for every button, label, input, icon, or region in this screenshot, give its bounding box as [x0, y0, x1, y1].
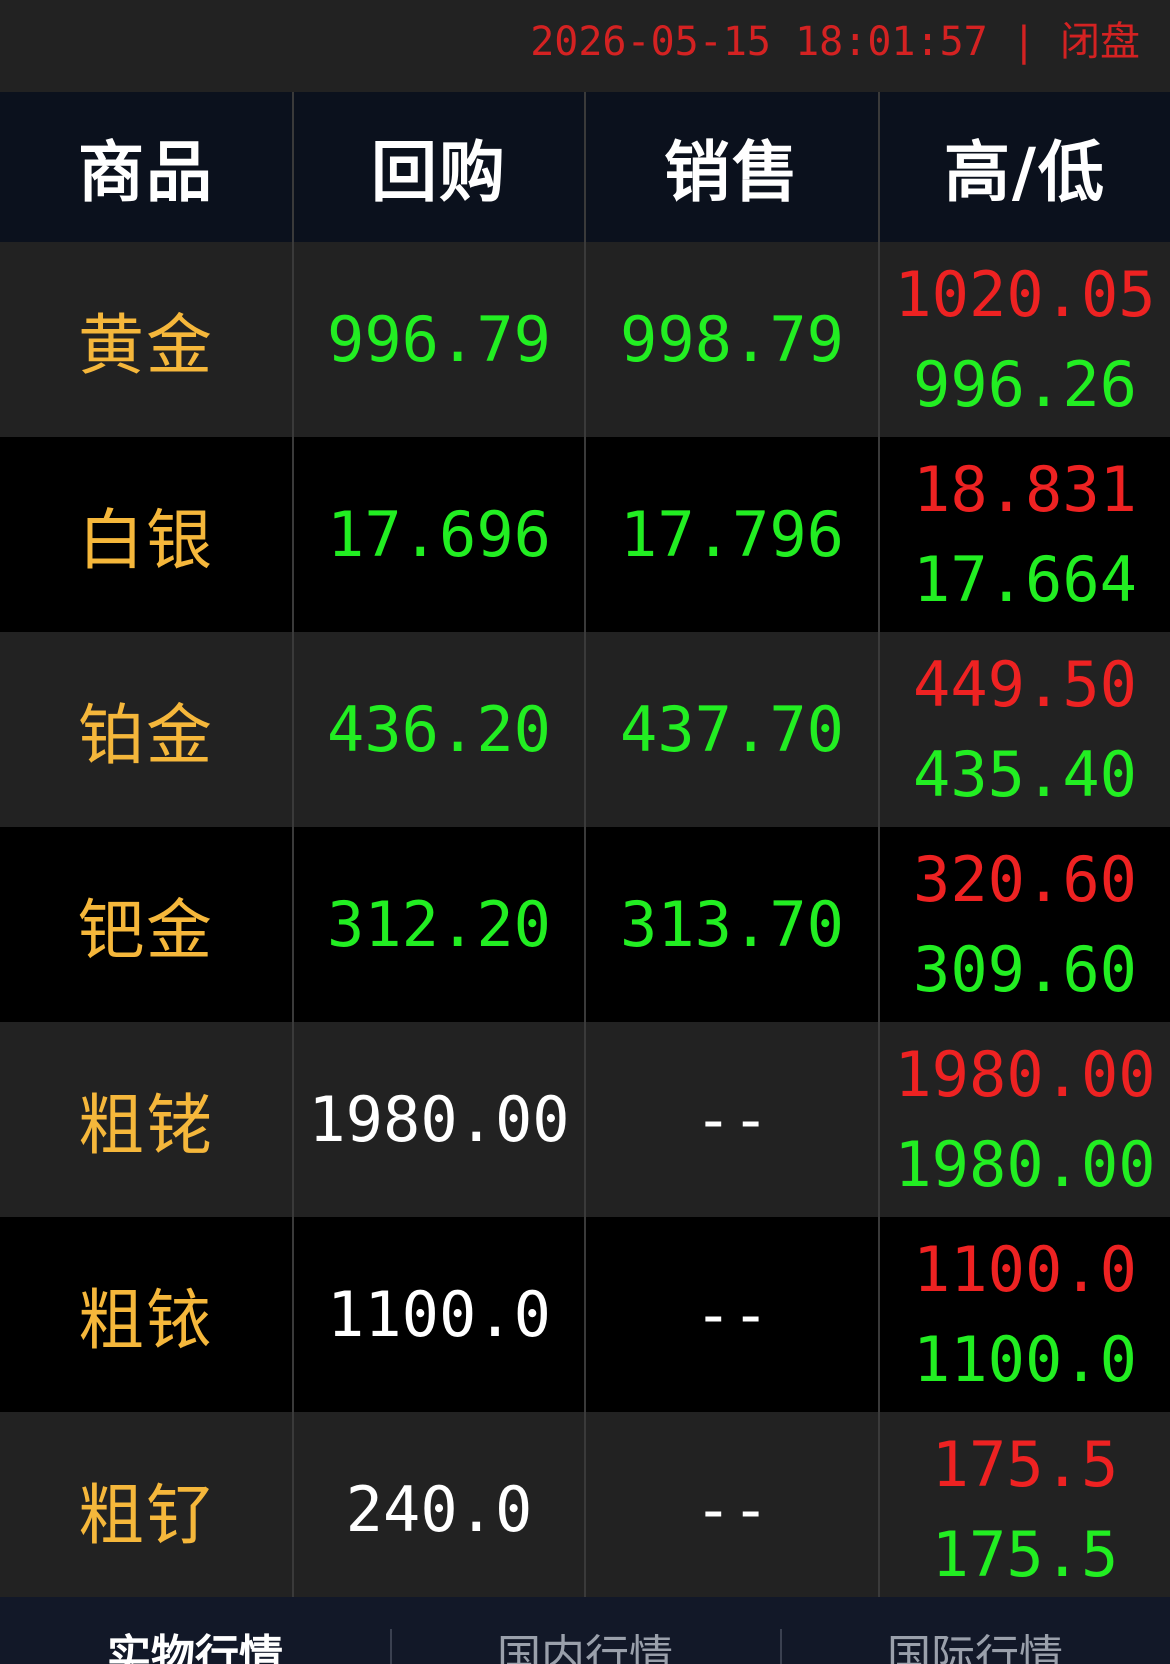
tab-physical-market[interactable]: 实物行情	[0, 1627, 390, 1664]
buyback-cell: 1100.0	[294, 1217, 584, 1412]
high-low-cell: 449.50 435.40	[880, 632, 1170, 827]
bottom-tab-bar: 实物行情 国内行情 国际行情	[0, 1597, 1170, 1664]
market-timestamp-status: 2026-05-15 18:01:57 | 闭盘	[530, 19, 1140, 65]
high-price: 1100.0	[913, 1232, 1137, 1306]
low-price: 17.664	[913, 542, 1137, 616]
header-buyback: 回购	[371, 134, 507, 211]
table-row[interactable]: 铂金 436.20 437.70 449.50 435.40	[0, 632, 1170, 827]
sell-cell: 17.796	[586, 437, 878, 632]
commodity-name: 钯金	[78, 891, 214, 969]
high-low-cell: 175.5 175.5	[880, 1412, 1170, 1607]
table-header: 商品 回购 销售 高/低	[0, 92, 1170, 242]
sell-price: --	[694, 1278, 770, 1351]
sell-cell: --	[586, 1217, 878, 1412]
high-low-cell: 1980.00 1980.00	[880, 1022, 1170, 1217]
tab-domestic-market[interactable]: 国内行情	[390, 1627, 780, 1664]
commodity-name: 黄金	[78, 306, 214, 384]
high-low-cell: 1020.05 996.26	[880, 242, 1170, 437]
commodity-name-cell: 粗钌	[0, 1412, 292, 1607]
header-commodity: 商品	[78, 134, 214, 211]
commodity-name: 铂金	[78, 696, 214, 774]
table-row[interactable]: 黄金 996.79 998.79 1020.05 996.26	[0, 242, 1170, 437]
buyback-price: 436.20	[327, 693, 551, 766]
commodity-name-cell: 粗铱	[0, 1217, 292, 1412]
low-price: 1980.00	[894, 1127, 1156, 1201]
commodity-name: 粗钌	[78, 1476, 214, 1554]
high-price: 1020.05	[894, 257, 1156, 331]
high-price: 320.60	[913, 842, 1137, 916]
buyback-cell: 436.20	[294, 632, 584, 827]
high-price: 1980.00	[894, 1037, 1156, 1111]
sell-cell: --	[586, 1022, 878, 1217]
buyback-cell: 996.79	[294, 242, 584, 437]
low-price: 435.40	[913, 737, 1137, 811]
commodity-name: 白银	[78, 501, 214, 579]
buyback-cell: 17.696	[294, 437, 584, 632]
high-low-cell: 18.831 17.664	[880, 437, 1170, 632]
buyback-price: 17.696	[327, 498, 551, 571]
sell-cell: --	[586, 1412, 878, 1607]
sell-price: 313.70	[620, 888, 844, 961]
sell-price: 437.70	[620, 693, 844, 766]
high-low-cell: 1100.0 1100.0	[880, 1217, 1170, 1412]
sell-price: 998.79	[620, 303, 844, 376]
buyback-cell: 312.20	[294, 827, 584, 1022]
buyback-price: 312.20	[327, 888, 551, 961]
table-row[interactable]: 白银 17.696 17.796 18.831 17.664	[0, 437, 1170, 632]
table-row[interactable]: 粗铑 1980.00 -- 1980.00 1980.00	[0, 1022, 1170, 1217]
sell-cell: 998.79	[586, 242, 878, 437]
commodity-name-cell: 钯金	[0, 827, 292, 1022]
buyback-price: 1980.00	[308, 1083, 570, 1156]
sell-cell: 437.70	[586, 632, 878, 827]
commodity-name-cell: 白银	[0, 437, 292, 632]
buyback-price: 1100.0	[327, 1278, 551, 1351]
top-status-bar: 2026-05-15 18:01:57 | 闭盘	[0, 0, 1170, 92]
commodity-name: 粗铑	[78, 1086, 214, 1164]
sell-price: 17.796	[620, 498, 844, 571]
low-price: 309.60	[913, 932, 1137, 1006]
table-row[interactable]: 粗钌 240.0 -- 175.5 175.5	[0, 1412, 1170, 1607]
commodity-name-cell: 铂金	[0, 632, 292, 827]
quote-table: 商品 回购 销售 高/低 黄金 996.79 998.79 1020.05 99…	[0, 92, 1170, 1607]
buyback-price: 240.0	[345, 1473, 533, 1546]
tab-international-market[interactable]: 国际行情	[780, 1627, 1170, 1664]
buyback-cell: 1980.00	[294, 1022, 584, 1217]
header-sell: 销售	[664, 134, 800, 211]
high-price: 18.831	[913, 452, 1137, 526]
commodity-name: 粗铱	[78, 1281, 214, 1359]
commodity-name-cell: 粗铑	[0, 1022, 292, 1217]
header-high-low: 高/低	[943, 134, 1107, 211]
commodity-name-cell: 黄金	[0, 242, 292, 437]
table-row[interactable]: 粗铱 1100.0 -- 1100.0 1100.0	[0, 1217, 1170, 1412]
high-low-cell: 320.60 309.60	[880, 827, 1170, 1022]
sell-price: --	[694, 1083, 770, 1156]
table-row[interactable]: 钯金 312.20 313.70 320.60 309.60	[0, 827, 1170, 1022]
low-price: 175.5	[931, 1517, 1119, 1591]
low-price: 996.26	[913, 347, 1137, 421]
high-price: 449.50	[913, 647, 1137, 721]
low-price: 1100.0	[913, 1322, 1137, 1396]
sell-cell: 313.70	[586, 827, 878, 1022]
sell-price: --	[694, 1473, 770, 1546]
high-price: 175.5	[931, 1427, 1119, 1501]
buyback-cell: 240.0	[294, 1412, 584, 1607]
buyback-price: 996.79	[327, 303, 551, 376]
